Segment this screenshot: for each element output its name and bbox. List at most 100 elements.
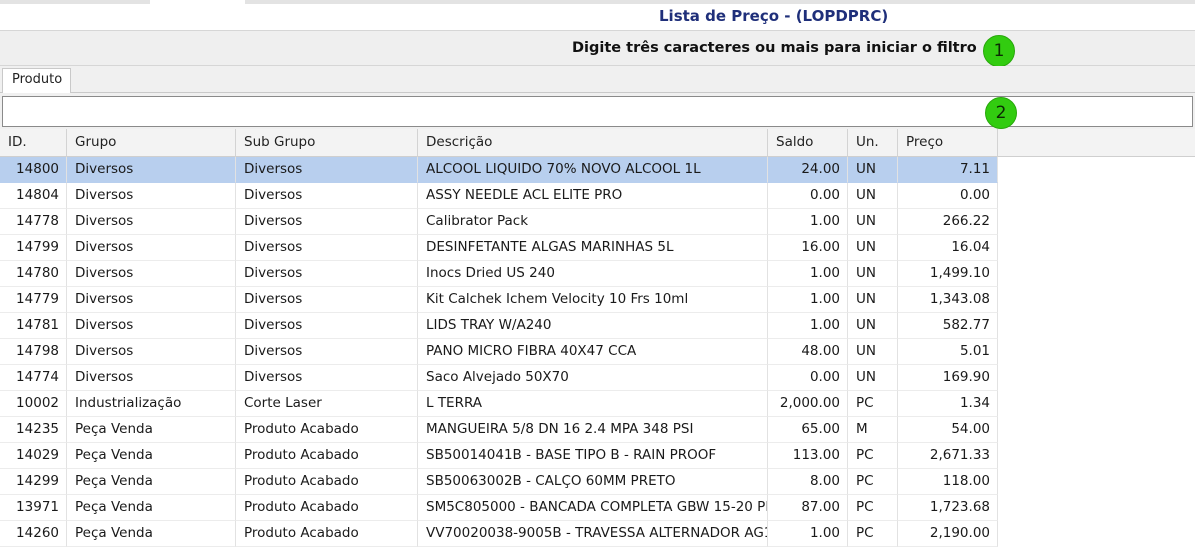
cell-sub-grupo: Produto Acabado — [236, 417, 418, 443]
cell-grupo: Diversos — [67, 287, 236, 313]
column-header-un[interactable]: Un. — [848, 129, 898, 157]
table-row[interactable]: 14799 Diversos Diversos DESINFETANTE ALGAS … — [0, 235, 998, 261]
column-header-saldo[interactable]: Saldo — [768, 129, 848, 157]
cell-grupo: Diversos — [67, 209, 236, 235]
cell-un: PC — [848, 495, 898, 521]
cell-preco: 582.77 — [898, 313, 998, 339]
cell-un: UN — [848, 235, 898, 261]
table-row[interactable]: 14779 Diversos Diversos Kit Calchek Ichem V… — [0, 287, 998, 313]
cell-grupo: Diversos — [67, 313, 236, 339]
column-header-sub-grupo[interactable]: Sub Grupo — [236, 129, 418, 157]
cell-sub-grupo: Diversos — [236, 313, 418, 339]
table-row[interactable]: 14260 Peça Venda Produto Acabado VV70020038… — [0, 521, 998, 547]
cell-preco: 16.04 — [898, 235, 998, 261]
cell-grupo: Diversos — [67, 365, 236, 391]
table-row[interactable]: 14029 Peça Venda Produto Acabado SB50014041… — [0, 443, 998, 469]
cell-saldo: 113.00 — [768, 443, 848, 469]
cell-saldo: 1.00 — [768, 287, 848, 313]
cell-un: PC — [848, 443, 898, 469]
cell-id: 14778 — [0, 209, 67, 235]
cell-un: UN — [848, 339, 898, 365]
cell-grupo: Diversos — [67, 235, 236, 261]
cell-saldo: 1.00 — [768, 313, 848, 339]
cell-sub-grupo: Diversos — [236, 209, 418, 235]
cell-un: UN — [848, 157, 898, 183]
cell-descricao: DESINFETANTE ALGAS MARINHAS 5L — [418, 235, 768, 261]
cell-saldo: 0.00 — [768, 183, 848, 209]
cell-preco: 54.00 — [898, 417, 998, 443]
cell-preco: 2,190.00 — [898, 521, 998, 547]
table-row[interactable]: 14774 Diversos Diversos Saco Alvejado 50X70… — [0, 365, 998, 391]
table-row[interactable]: 10002 Industrialização Corte Laser L TERRA 2… — [0, 391, 998, 417]
cell-preco: 2,671.33 — [898, 443, 998, 469]
table-row[interactable]: 14780 Diversos Diversos Inocs Dried US 240 1… — [0, 261, 998, 287]
cell-sub-grupo: Diversos — [236, 287, 418, 313]
cell-un: UN — [848, 183, 898, 209]
column-header-descricao[interactable]: Descrição — [418, 129, 768, 157]
table-row[interactable]: 14798 Diversos Diversos PANO MICRO FIBRA 40… — [0, 339, 998, 365]
cell-grupo: Diversos — [67, 261, 236, 287]
table-row[interactable]: 14299 Peça Venda Produto Acabado SB50063002… — [0, 469, 998, 495]
cell-saldo: 65.00 — [768, 417, 848, 443]
cell-descricao: L TERRA — [418, 391, 768, 417]
cell-saldo: 48.00 — [768, 339, 848, 365]
cell-preco: 0.00 — [898, 183, 998, 209]
cell-grupo: Peça Venda — [67, 495, 236, 521]
table-row[interactable]: 14804 Diversos Diversos ASSY NEEDLE ACL ELI… — [0, 183, 998, 209]
cell-sub-grupo: Diversos — [236, 183, 418, 209]
cell-un: PC — [848, 391, 898, 417]
cell-id: 10002 — [0, 391, 67, 417]
cell-un: UN — [848, 261, 898, 287]
cell-id: 14779 — [0, 287, 67, 313]
cell-sub-grupo: Diversos — [236, 235, 418, 261]
cell-sub-grupo: Diversos — [236, 157, 418, 183]
cell-un: UN — [848, 313, 898, 339]
column-header-preco[interactable]: Preço — [898, 129, 998, 157]
cell-grupo: Peça Venda — [67, 443, 236, 469]
column-header-grupo[interactable]: Grupo — [67, 129, 236, 157]
cell-un: UN — [848, 365, 898, 391]
filter-hint-bar: Digite três caracteres ou mais para inic… — [0, 30, 1195, 66]
page-title: Lista de Preço - (LOPDPRC) — [659, 7, 889, 25]
cell-sub-grupo: Corte Laser — [236, 391, 418, 417]
cell-descricao: Calibrator Pack — [418, 209, 768, 235]
cell-preco: 1,499.10 — [898, 261, 998, 287]
annotation-badge-2: 2 — [985, 97, 1017, 129]
cell-id: 14260 — [0, 521, 67, 547]
table-row[interactable]: 14800 Diversos Diversos ALCOOL LIQUIDO 70% … — [0, 157, 998, 183]
cell-id: 14798 — [0, 339, 67, 365]
cell-sub-grupo: Produto Acabado — [236, 469, 418, 495]
table-row[interactable]: 14235 Peça Venda Produto Acabado MANGUEIRA … — [0, 417, 998, 443]
cell-id: 14799 — [0, 235, 67, 261]
tab-bar: Produto — [0, 66, 1195, 94]
cell-descricao: ALCOOL LIQUIDO 70% NOVO ALCOOL 1L — [418, 157, 768, 183]
cell-descricao: SB50014041B - BASE TIPO B - RAIN PROOF — [418, 443, 768, 469]
cell-grupo: Diversos — [67, 157, 236, 183]
cell-descricao: SB50063002B - CALÇO 60MM PRETO — [418, 469, 768, 495]
cell-saldo: 1.00 — [768, 521, 848, 547]
cell-descricao: SM5C805000 - BANCADA COMPLETA GBW 15-20 … — [418, 495, 768, 521]
cell-preco: 1.34 — [898, 391, 998, 417]
cell-un: M — [848, 417, 898, 443]
cell-grupo: Peça Venda — [67, 469, 236, 495]
cell-grupo: Peça Venda — [67, 417, 236, 443]
cell-id: 13971 — [0, 495, 67, 521]
cell-preco: 118.00 — [898, 469, 998, 495]
table-row[interactable]: 13971 Peça Venda Produto Acabado SM5C805000… — [0, 495, 998, 521]
cell-saldo: 16.00 — [768, 235, 848, 261]
cell-saldo: 87.00 — [768, 495, 848, 521]
cell-descricao: MANGUEIRA 5/8 DN 16 2.4 MPA 348 PSI — [418, 417, 768, 443]
cell-un: UN — [848, 287, 898, 313]
table-header: ID. Grupo Sub Grupo Descrição Saldo Un. … — [0, 129, 1195, 157]
table-row[interactable]: 14778 Diversos Diversos Calibrator Pack 1.00… — [0, 209, 998, 235]
cell-sub-grupo: Diversos — [236, 365, 418, 391]
cell-sub-grupo: Diversos — [236, 261, 418, 287]
cell-saldo: 1.00 — [768, 209, 848, 235]
cell-saldo: 0.00 — [768, 365, 848, 391]
cell-descricao: LIDS TRAY W/A240 — [418, 313, 768, 339]
title-bar: Lista de Preço - (LOPDPRC) — [0, 4, 1195, 30]
cell-saldo: 24.00 — [768, 157, 848, 183]
tab-produto[interactable]: Produto — [2, 68, 71, 94]
table-row[interactable]: 14781 Diversos Diversos LIDS TRAY W/A240 1.0… — [0, 313, 998, 339]
column-header-id[interactable]: ID. — [0, 129, 67, 157]
